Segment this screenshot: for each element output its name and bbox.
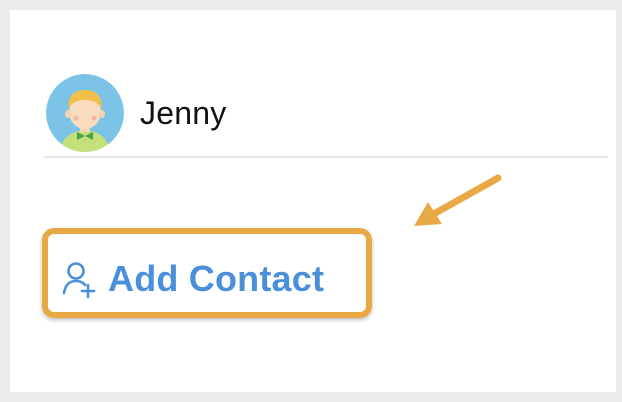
contacts-panel: Jenny — [10, 10, 616, 392]
add-contact-label: Add Contact — [108, 258, 325, 299]
contact-name: Jenny — [140, 94, 227, 131]
contact-row-jenny[interactable]: Jenny — [46, 68, 606, 158]
add-contact-button[interactable]: Add Contact — [62, 258, 324, 300]
person-add-icon — [62, 259, 98, 299]
screenshot-stage: Jenny Add Contact — [0, 0, 622, 402]
avatar — [46, 74, 124, 152]
cartoon-boy-avatar-icon — [46, 74, 124, 152]
divider — [44, 156, 608, 158]
pointer-arrow-icon — [414, 174, 502, 226]
